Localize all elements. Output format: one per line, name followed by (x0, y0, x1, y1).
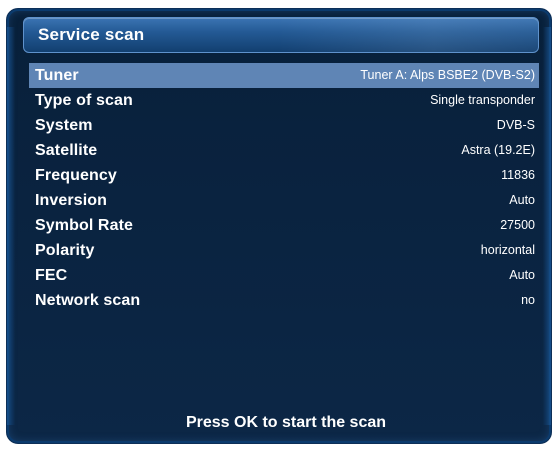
setting-value: Single transponder (430, 93, 535, 107)
setting-row-tuner[interactable]: Tuner Tuner A: Alps BSBE2 (DVB-S2) (29, 63, 539, 88)
setting-value: Auto (509, 268, 535, 282)
window-frame-left (7, 27, 15, 425)
setting-row-frequency[interactable]: Frequency 11836 (29, 163, 539, 188)
setting-label: Symbol Rate (35, 217, 134, 234)
setting-row-symbol-rate[interactable]: Symbol Rate 27500 (29, 213, 539, 238)
setting-label: Polarity (35, 242, 95, 259)
window-title: Service scan (38, 25, 145, 44)
start-scan-hint: Press OK to start the scan (185, 414, 387, 431)
setting-row-polarity[interactable]: Polarity horizontal (29, 238, 539, 263)
title-bar: Service scan (23, 17, 539, 53)
setting-value: Auto (509, 193, 535, 207)
setting-row-type-of-scan[interactable]: Type of scan Single transponder (29, 88, 539, 113)
setting-label: Network scan (35, 292, 141, 309)
setting-value: horizontal (480, 243, 535, 257)
settings-list[interactable]: Tuner Tuner A: Alps BSBE2 (DVB-S2) Type … (29, 63, 539, 313)
setting-row-satellite[interactable]: Satellite Astra (19.2E) (29, 138, 539, 163)
setting-label: Tuner (35, 67, 79, 84)
setting-label: System (35, 117, 93, 134)
setting-value: 11836 (501, 168, 535, 182)
service-scan-window: Service scan Tuner Tuner A: Alps BSBE2 (… (6, 8, 552, 444)
title-bar-gloss (278, 18, 538, 52)
setting-label: FEC (35, 267, 68, 284)
window-frame-right (543, 27, 551, 425)
setting-label: Inversion (35, 192, 108, 209)
setting-row-system[interactable]: System DVB-S (29, 113, 539, 138)
setting-label: Frequency (35, 167, 117, 184)
setting-row-fec[interactable]: FEC Auto (29, 263, 539, 288)
setting-value: 27500 (500, 218, 535, 232)
setting-label: Satellite (35, 142, 98, 159)
setting-value: Tuner A: Alps BSBE2 (DVB-S2) (360, 68, 535, 82)
setting-value: Astra (19.2E) (461, 143, 535, 157)
setting-row-network-scan[interactable]: Network scan no (29, 288, 539, 313)
setting-value: no (521, 293, 535, 307)
setting-label: Type of scan (35, 92, 133, 109)
setting-row-inversion[interactable]: Inversion Auto (29, 188, 539, 213)
setting-value: DVB-S (496, 118, 535, 132)
